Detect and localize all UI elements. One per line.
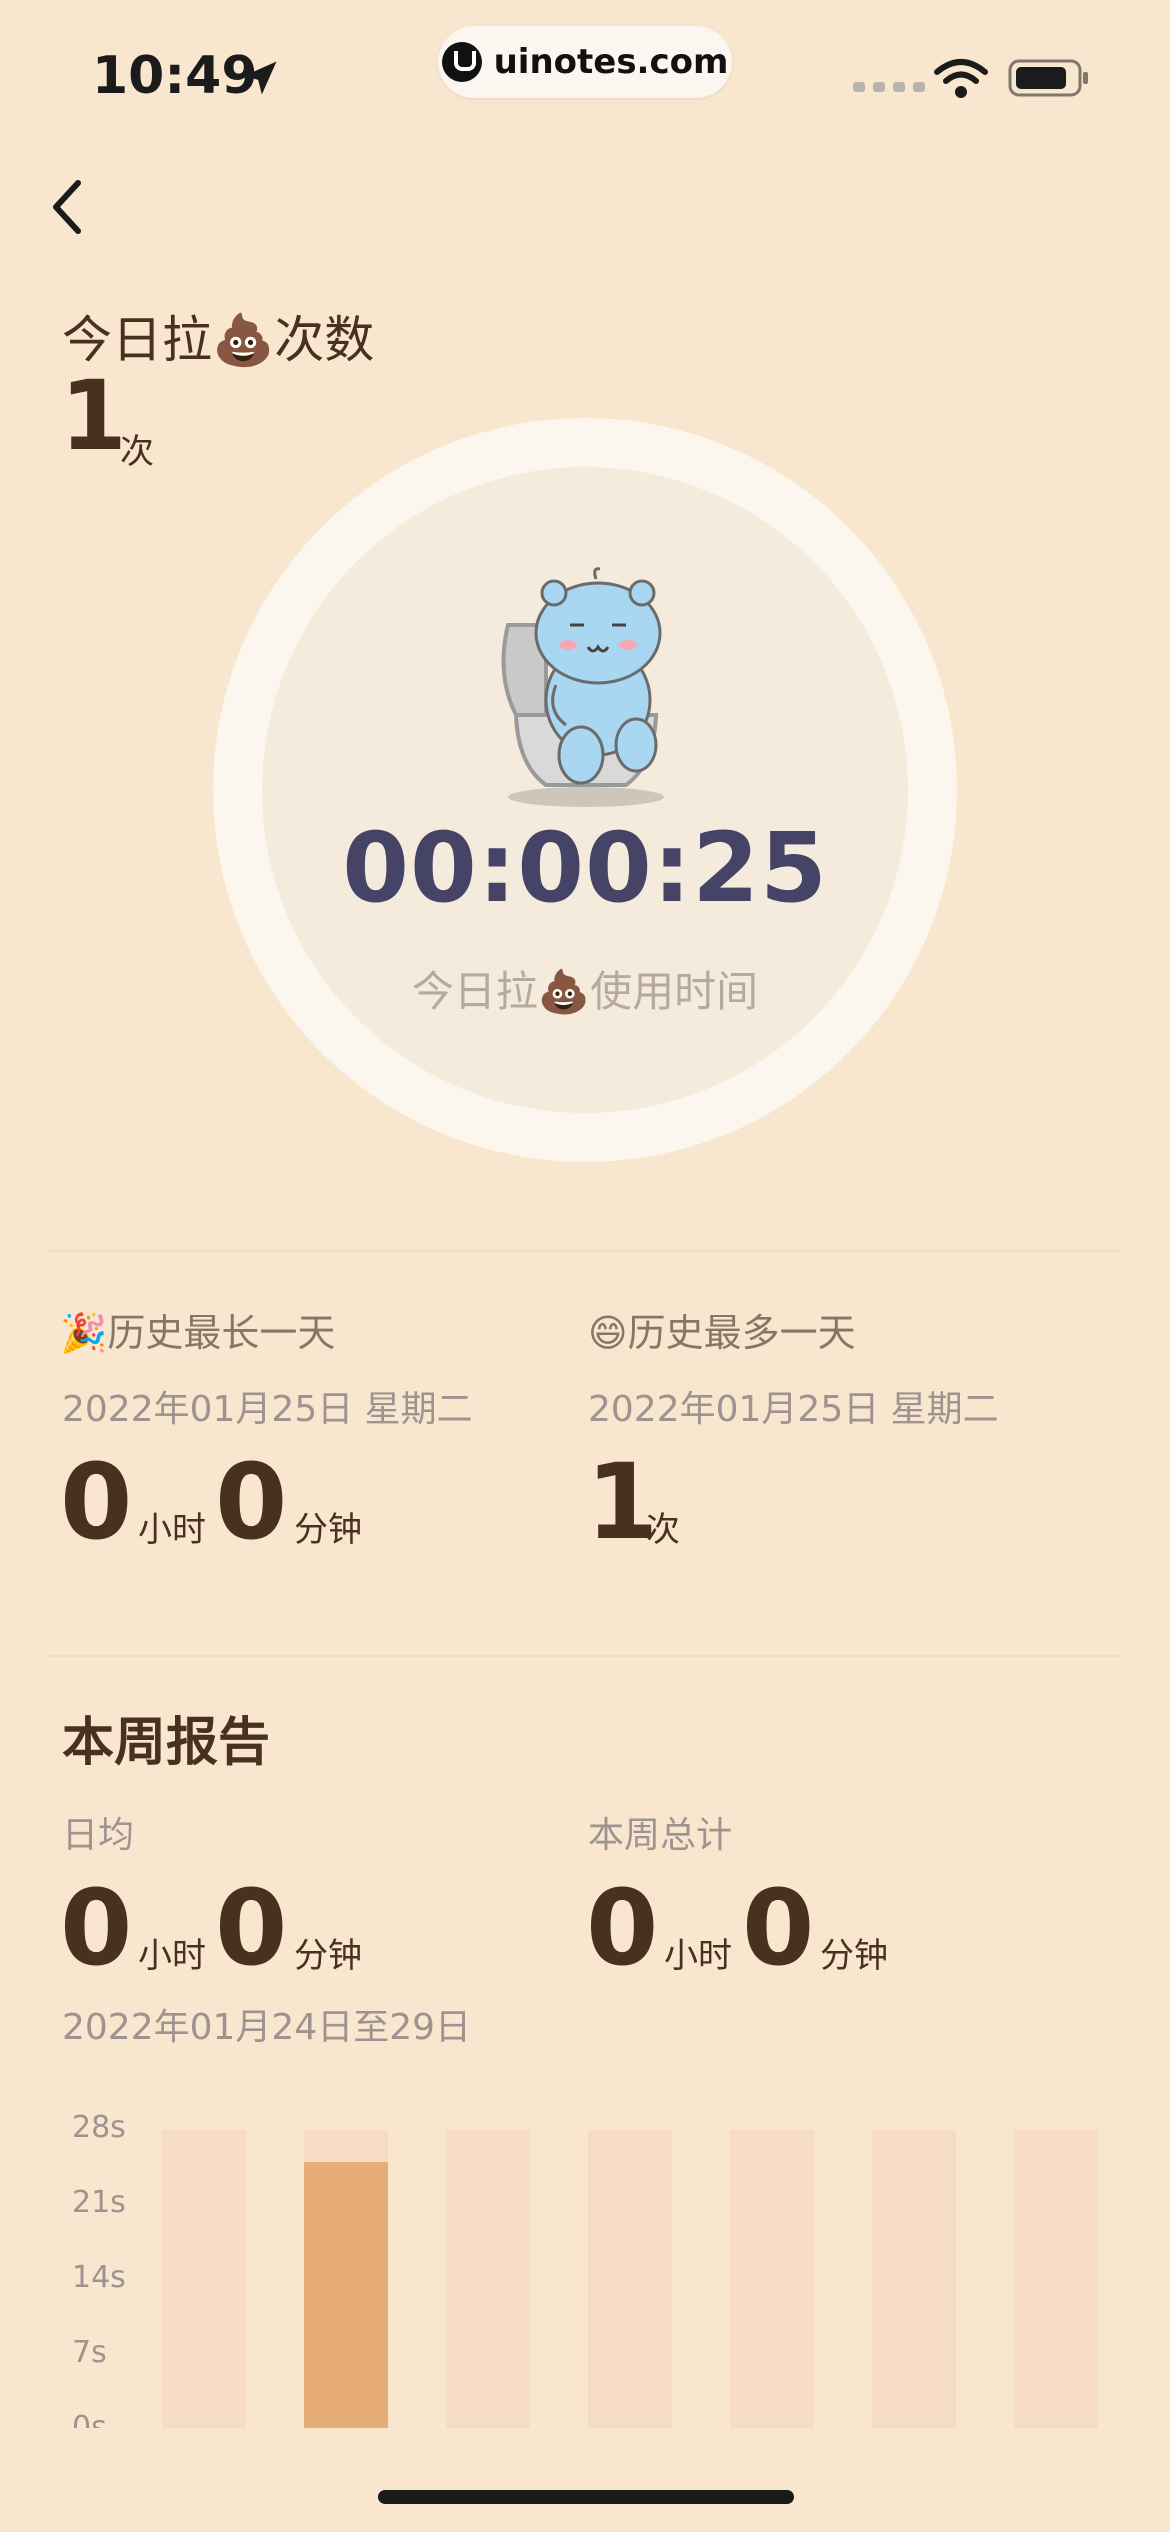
- history-longest-date: 2022年01月25日 星期二: [62, 1389, 473, 1430]
- y-tick-label: 14s: [72, 2260, 126, 2295]
- today-count-value: 1: [60, 360, 127, 472]
- chart-bottom-fade: [0, 2428, 1170, 2532]
- y-tick-label: 28s: [72, 2110, 126, 2145]
- site-name: uinotes.com: [493, 42, 729, 82]
- week-total-hours: 0: [586, 1867, 659, 1989]
- section-divider: [48, 1655, 1122, 1657]
- daily-average-minutes-unit: 分钟: [294, 1936, 362, 1976]
- bar-track: [304, 2130, 388, 2430]
- week-total-minutes-unit: 分钟: [820, 1936, 888, 1976]
- week-total-minutes: 0: [742, 1867, 815, 1989]
- back-chevron-icon[interactable]: [44, 175, 92, 239]
- site-logo-icon: [441, 42, 482, 82]
- history-longest-title: 🎉历史最长一天: [60, 1311, 336, 1355]
- history-longest-hours: 0: [60, 1441, 133, 1563]
- week-date-range: 2022年01月24日至29日: [62, 2007, 472, 2048]
- daily-average-hours: 0: [60, 1867, 133, 1989]
- status-time: 10:49: [92, 46, 258, 106]
- site-pill: uinotes.com: [438, 26, 732, 98]
- mascot-on-toilet-illustration: [501, 567, 664, 807]
- location-arrow-icon: [243, 61, 277, 95]
- weekly-usage-chart: 28s21s14s7s0s: [0, 0, 1170, 2532]
- history-longest-hours-unit: 小时: [138, 1510, 206, 1550]
- history-longest-minutes-unit: 分钟: [294, 1510, 362, 1550]
- daily-average-label: 日均: [62, 1815, 135, 1856]
- section-divider: [48, 1250, 1122, 1252]
- bar-track: [730, 2130, 814, 2430]
- history-most-date: 2022年01月25日 星期二: [588, 1389, 999, 1430]
- daily-average-minutes: 0: [215, 1867, 288, 1989]
- bar[interactable]: [304, 2162, 388, 2430]
- week-total-hours-unit: 小时: [664, 1936, 732, 1976]
- y-tick-label: 21s: [72, 2185, 126, 2220]
- history-most-count-unit: 次: [646, 1510, 680, 1550]
- wifi-icon: [934, 59, 988, 98]
- cellular-signal-icon: [853, 82, 925, 92]
- week-report-title: 本周报告: [62, 1713, 271, 1773]
- usage-timer-caption: 今日拉💩使用时间: [411, 967, 759, 1016]
- week-total-label: 本周总计: [588, 1815, 733, 1856]
- y-tick-label: 7s: [72, 2335, 107, 2370]
- bar-track: [588, 2130, 672, 2430]
- bar-track: [446, 2130, 530, 2430]
- usage-timer: 00:00:25: [342, 812, 828, 924]
- home-indicator[interactable]: [378, 2490, 794, 2504]
- bar-track: [872, 2130, 956, 2430]
- bar-track: [1014, 2130, 1098, 2430]
- bar-track: [162, 2130, 246, 2430]
- daily-average-hours-unit: 小时: [138, 1936, 206, 1976]
- history-longest-minutes: 0: [215, 1441, 288, 1563]
- battery-icon: [1008, 59, 1088, 97]
- today-count-unit: 次: [120, 432, 154, 472]
- history-most-title: 😄历史最多一天: [588, 1311, 856, 1355]
